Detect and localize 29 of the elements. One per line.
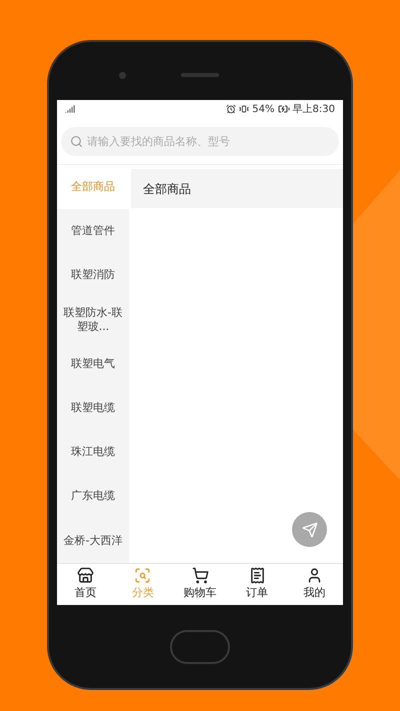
category-item[interactable]: 联塑电缆 <box>57 386 129 430</box>
battery-percent: 54% <box>252 102 275 116</box>
camera-icon <box>119 72 126 79</box>
category-item[interactable]: 广东电缆 <box>57 474 129 518</box>
status-time: 早上8:30 <box>292 102 335 116</box>
category-icon <box>134 567 152 584</box>
category-item[interactable]: 联塑防水-联塑玻... <box>57 298 129 342</box>
send-icon <box>302 522 318 538</box>
orders-icon <box>248 567 266 584</box>
content-header: 全部商品 <box>131 169 343 208</box>
home-button[interactable] <box>170 630 230 664</box>
alarm-icon <box>226 104 236 114</box>
category-item[interactable]: 金桥-大西洋 <box>57 518 129 563</box>
cart-icon <box>192 567 208 584</box>
search-icon <box>70 134 83 148</box>
search-field[interactable]: 请输入要找的商品名称、型号 <box>61 126 339 156</box>
tab-button[interactable]: 首页 <box>57 564 114 605</box>
category-item[interactable]: 联塑消防 <box>57 253 129 298</box>
category-item[interactable]: 管道管件 <box>57 209 129 254</box>
tab-button[interactable]: 订单 <box>228 564 286 605</box>
signal-icon <box>65 104 75 114</box>
category-item[interactable]: 珠江电缆 <box>57 430 129 474</box>
tab-button[interactable]: 我的 <box>286 564 343 605</box>
battery-icon <box>278 103 290 115</box>
vibrate-icon <box>239 104 250 114</box>
share-button[interactable] <box>292 512 327 547</box>
tab-button[interactable]: 购物车 <box>171 564 229 605</box>
home-icon <box>77 567 94 584</box>
category-item[interactable]: 联塑电气 <box>57 342 129 386</box>
